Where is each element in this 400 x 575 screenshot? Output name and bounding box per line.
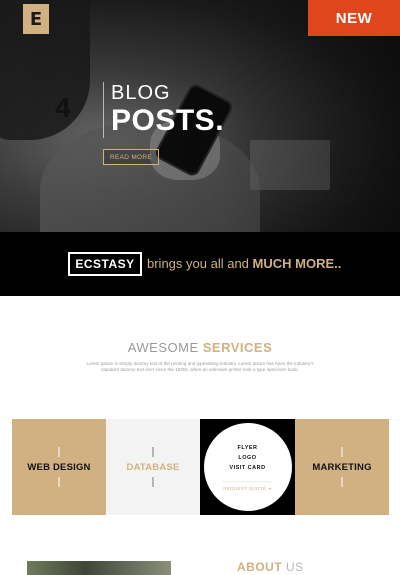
hero-heading-line1: BLOG [111,82,171,104]
services-title-light: AWESOME [127,340,199,355]
logo-letter: E [29,8,43,30]
hero-section: E NEW 4 BLOG POSTS. READ MORE [0,0,400,232]
about-title-a: ABOUT [237,560,283,574]
service-tile-web-design[interactable]: WEB DESIGN [12,419,106,515]
service-tile-marketing[interactable]: MARKETING [295,419,389,515]
tile-tick-top [341,447,343,457]
tile-tick-top [152,447,154,457]
about-title-b: US [286,560,304,574]
new-badge-label: NEW [335,9,373,27]
new-badge[interactable]: NEW [308,0,400,36]
service-label: DATABASE [126,461,180,473]
print-services-circle: FLYER LOGO VISIT CARD REQUEST QUOTE ➜ [203,423,292,511]
tile-tick-bottom [152,477,154,487]
read-more-button[interactable]: READ MORE [103,149,159,165]
hero-divider [103,82,104,138]
tagline-emphasis: MUCH MORE.. [252,256,342,271]
service-label: WEB DESIGN [27,461,91,473]
services-tiles: WEB DESIGN DATABASE FLYER LOGO VISIT CAR… [12,419,389,515]
tagline-prefix: brings you all and [147,256,249,271]
service-label: MARKETING [312,461,372,473]
service-tile-database[interactable]: DATABASE [106,419,200,515]
services-description: Lorem Ipsum is simply dummy text of the … [86,361,314,372]
services-title-bold: SERVICES [202,340,273,355]
tile-tick-top [58,447,60,457]
hero-heading-line2: POSTS. [111,104,225,137]
brand-box: ECSTASY [68,252,142,276]
service-tile-print[interactable]: FLYER LOGO VISIT CARD REQUEST QUOTE ➜ [200,419,295,515]
about-photo [27,561,171,575]
site-logo[interactable]: E [23,4,49,34]
brand-name: ECSTASY [75,257,135,271]
read-more-label: READ MORE [109,153,153,161]
print-item: VISIT CARD [229,464,266,471]
services-title: AWESOME SERVICES [0,340,400,355]
tagline-banner: ECSTASY brings you all and MUCH MORE.. [0,232,400,296]
tile-tick-bottom [58,477,60,487]
tile-tick-bottom [341,477,343,487]
request-quote-link[interactable]: REQUEST QUOTE ➜ [223,480,272,492]
print-item: FLYER [237,444,258,451]
tagline: brings you all and MUCH MORE.. [147,256,341,271]
print-item: LOGO [238,454,257,461]
post-count: 4 [55,92,71,123]
about-title: ABOUT US [237,560,304,574]
